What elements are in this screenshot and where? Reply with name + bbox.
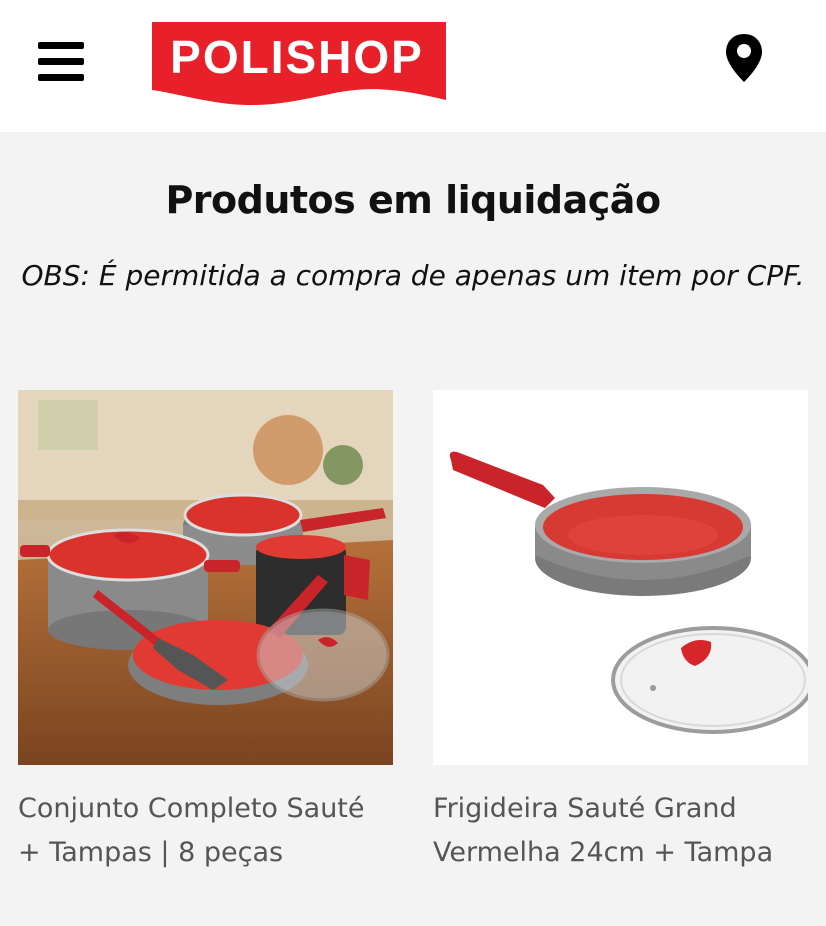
site-header: POLISHOP [0,0,826,132]
purchase-limit-note: OBS: É permitida a compra de apenas um i… [21,259,805,292]
product-image-frying-pan[interactable] [433,390,808,765]
product-card[interactable]: Frigideira Sauté Grand Vermelha 24cm + T… [433,390,808,875]
product-image-cookware-set[interactable] [18,390,393,765]
brand-name: POLISHOP [170,31,424,83]
page-title: Produtos em liquidação [165,178,661,222]
location-pin-icon[interactable] [722,32,766,84]
hamburger-menu-icon[interactable] [38,40,84,82]
product-name[interactable]: Conjunto Completo Sauté + Tampas | 8 peç… [18,787,393,875]
product-card[interactable]: Conjunto Completo Sauté + Tampas | 8 peç… [18,390,393,875]
product-name[interactable]: Frigideira Sauté Grand Vermelha 24cm + T… [433,787,808,875]
polishop-logo[interactable]: POLISHOP [150,20,448,108]
